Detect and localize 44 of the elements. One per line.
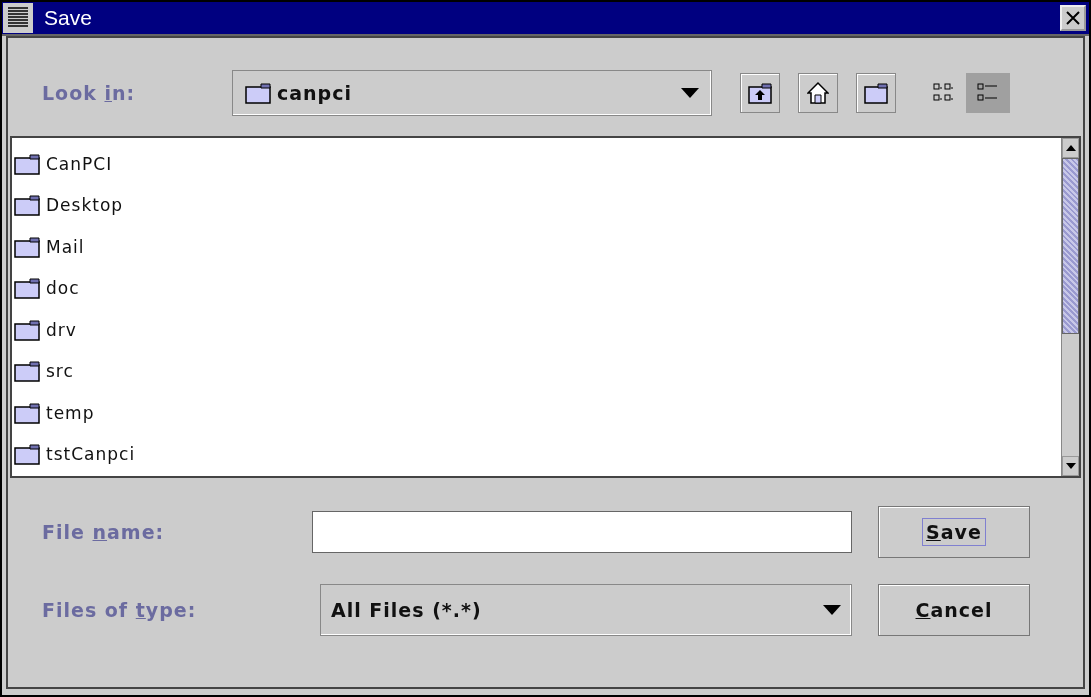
file-name-label: File name: xyxy=(42,521,166,543)
home-icon xyxy=(807,81,829,105)
look-in-dropdown[interactable]: canpci xyxy=(232,70,712,116)
look-in-label: Look in: xyxy=(42,82,137,104)
folder-icon xyxy=(14,360,40,383)
scroll-down-icon xyxy=(1065,463,1076,469)
file-list-item[interactable]: src xyxy=(12,350,1061,392)
file-list-item[interactable]: drv xyxy=(12,309,1061,351)
close-button[interactable] xyxy=(1060,5,1086,31)
file-list-item[interactable]: tstCanpci xyxy=(12,433,1061,475)
file-type-label: Files of type: xyxy=(42,599,198,621)
file-list-item[interactable]: Desktop xyxy=(12,184,1061,226)
scrollbar[interactable] xyxy=(1061,138,1079,476)
folder-icon xyxy=(14,318,40,341)
folder-icon xyxy=(14,277,40,300)
dropdown-arrow-icon xyxy=(681,88,699,98)
file-list-item[interactable]: CanPCI xyxy=(12,143,1061,185)
scroll-up-icon xyxy=(1065,145,1076,151)
folder-icon xyxy=(14,152,40,175)
file-name-field[interactable] xyxy=(312,511,852,553)
close-icon xyxy=(1066,11,1080,25)
file-list-item[interactable]: doc xyxy=(12,267,1061,309)
new-folder-icon xyxy=(864,82,888,104)
dropdown-arrow-icon xyxy=(823,605,841,615)
up-button[interactable] xyxy=(740,73,780,113)
folder-icon xyxy=(245,82,271,104)
folder-up-icon xyxy=(748,82,772,104)
scrollbar-thumb[interactable] xyxy=(1062,158,1079,334)
details-view-icon xyxy=(977,82,999,104)
cancel-button[interactable]: Cancel xyxy=(878,584,1030,636)
file-list-item[interactable]: temp xyxy=(12,392,1061,434)
file-type-dropdown[interactable]: All Files (*.*) xyxy=(320,584,852,636)
folder-icon xyxy=(14,235,40,258)
folder-icon xyxy=(14,194,40,217)
home-button[interactable] xyxy=(798,73,838,113)
folder-icon xyxy=(14,443,40,466)
window-menu-icon[interactable] xyxy=(3,3,33,33)
details-view-button[interactable] xyxy=(966,73,1010,113)
file-list-item[interactable]: Mail xyxy=(12,226,1061,268)
list-view-icon xyxy=(933,82,955,104)
new-folder-button[interactable] xyxy=(856,73,896,113)
window-title: Save xyxy=(44,6,93,30)
folder-icon xyxy=(14,401,40,424)
save-button[interactable]: Save xyxy=(878,506,1030,558)
